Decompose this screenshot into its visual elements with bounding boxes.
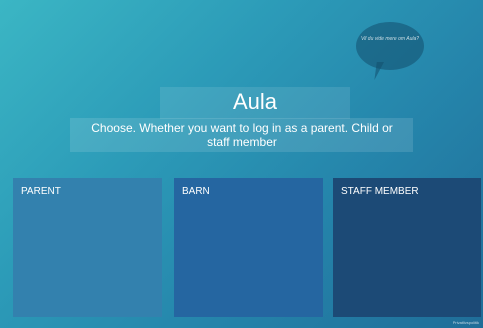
parent-card-label: PARENT bbox=[21, 186, 61, 197]
child-card-label: BARN bbox=[182, 186, 210, 197]
speech-bubble[interactable] bbox=[356, 22, 424, 70]
speech-bubble-text: Vil du vide mere om Aula? bbox=[360, 36, 420, 42]
parent-login-card[interactable]: PARENT bbox=[13, 178, 162, 317]
staff-login-card[interactable]: STAFF MEMBER bbox=[333, 178, 481, 317]
staff-card-label: STAFF MEMBER bbox=[341, 186, 419, 197]
page-title: Aula bbox=[232, 89, 278, 114]
child-login-card[interactable]: BARN bbox=[174, 178, 323, 317]
page-subtitle: Choose. Whether you want to log in as a … bbox=[91, 121, 393, 149]
footer-watermark[interactable]: Privatlivspolitik bbox=[453, 320, 479, 325]
login-screen: Vil du vide mere om Aula? Aula Choose. W… bbox=[0, 0, 483, 328]
